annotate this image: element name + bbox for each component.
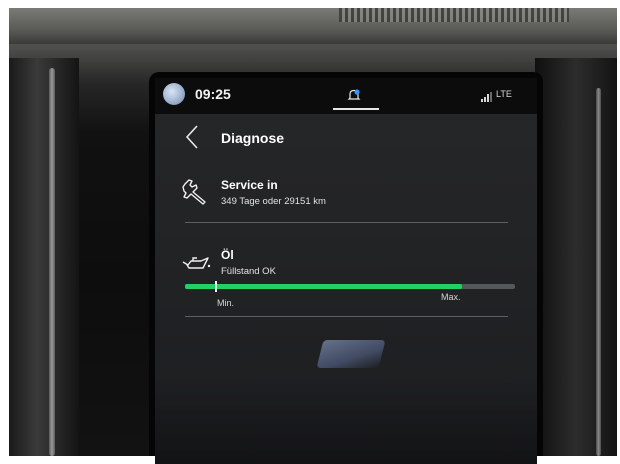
divider <box>185 316 508 317</box>
divider <box>185 222 508 223</box>
page-header: Diagnose <box>155 122 537 154</box>
user-avatar-icon[interactable] <box>163 83 185 105</box>
oil-can-icon <box>182 257 211 269</box>
notification-indicator <box>333 108 379 110</box>
clock: 09:25 <box>195 86 231 102</box>
wrench-icon <box>182 179 206 205</box>
signal-strength-icon <box>481 92 492 102</box>
oil-status: Füllstand OK <box>221 266 276 277</box>
gauge-min-label: Min. <box>217 298 235 308</box>
left-chrome-strip <box>49 68 55 456</box>
oil-title: Öl <box>221 248 234 262</box>
service-title: Service in <box>221 178 278 192</box>
infotainment-screen: 09:25 LTE Diagnose Service in 349 Tage o… <box>155 78 537 464</box>
bell-icon[interactable] <box>347 88 361 102</box>
gauge-min-tick <box>214 281 217 292</box>
oil-level-gauge <box>185 281 515 292</box>
screen-reflection <box>316 340 386 368</box>
left-trim-panel <box>9 58 79 456</box>
network-type: LTE <box>496 89 512 99</box>
gauge-fill <box>185 284 463 289</box>
screen-shade <box>155 378 537 464</box>
gauge-max-label: Max. <box>441 292 461 302</box>
service-item[interactable]: Service in 349 Tage oder 29151 km <box>155 174 537 224</box>
right-trim-panel <box>535 58 617 456</box>
page-title: Diagnose <box>221 130 285 146</box>
air-vent-grille <box>339 8 569 22</box>
chevron-left-icon[interactable] <box>183 124 203 150</box>
oil-item[interactable]: Öl Füllstand OK Min. Max. <box>155 242 537 322</box>
service-detail: 349 Tage oder 29151 km <box>221 196 326 207</box>
right-chrome-strip <box>596 88 601 456</box>
status-bar: 09:25 LTE <box>155 78 537 114</box>
